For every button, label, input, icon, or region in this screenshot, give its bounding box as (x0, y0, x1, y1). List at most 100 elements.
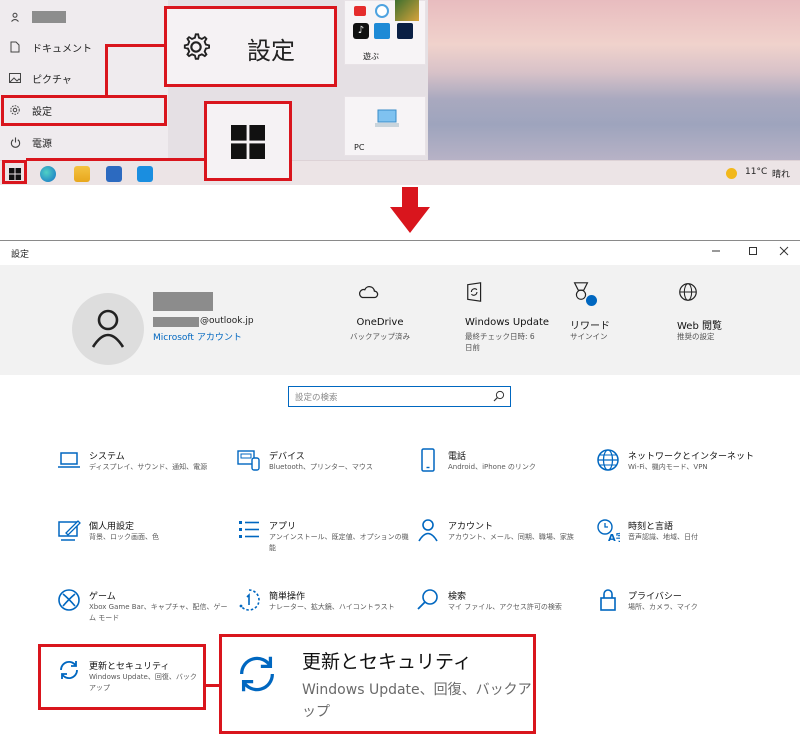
category-network-internet[interactable]: ネットワークとインターネット Wi-Fi、機内モード、VPN (596, 448, 766, 498)
category-name: 時刻と言語 (628, 522, 674, 532)
start-menu-item-label: 電源 (32, 138, 52, 150)
category-name: 更新とセキュリティ (89, 662, 170, 672)
settings-search-input[interactable]: 設定の検索 (288, 386, 511, 407)
header-item-web-browsing[interactable]: Web 閲覧 推奨の設定 (677, 281, 747, 351)
photoshop-icon (397, 23, 413, 39)
category-name: 個人用設定 (89, 522, 135, 532)
svg-text:A字: A字 (608, 531, 620, 542)
header-item-rewards[interactable]: リワード サインイン (570, 281, 640, 351)
category-name: システム (89, 452, 125, 462)
pc-icon (375, 109, 399, 127)
category-desc: ナレーター、拡大鏡、ハイコントラスト (269, 603, 395, 611)
devices-icon (237, 450, 260, 471)
start-menu-item-label: ピクチャ (32, 74, 72, 86)
xbox-icon (58, 589, 80, 611)
header-item-name: リワード (570, 321, 610, 332)
tile-pc[interactable]: PC (344, 96, 426, 156)
search-icon (417, 589, 438, 610)
category-privacy[interactable]: プライバシー 場所、カメラ、マイク (596, 588, 766, 638)
start-menu-user[interactable] (0, 2, 168, 32)
callout-update-security-zoom: 更新とセキュリティ Windows Update、回復、バックアップ (219, 634, 536, 734)
category-desc: Wi-Fi、機内モード、VPN (628, 463, 708, 471)
maximize-icon (749, 247, 757, 255)
highlight-settings-item (1, 95, 167, 126)
lock-icon (600, 589, 616, 611)
person-avatar-icon (91, 309, 125, 348)
desktop-wallpaper (428, 0, 800, 160)
start-menu-item-label: ドキュメント (32, 43, 92, 55)
header-item-sub: サインイン (570, 332, 608, 341)
category-desc: マイ ファイル、アクセス許可の検索 (448, 603, 562, 611)
category-ease-of-access[interactable]: 簡単操作 ナレーター、拡大鏡、ハイコントラスト (237, 588, 407, 638)
user-icon (8, 10, 22, 24)
tile-label: 遊ぶ (363, 52, 379, 61)
category-gaming[interactable]: ゲーム Xbox Game Bar、キャプチャ、配信、ゲーム モード (57, 588, 228, 638)
callout-connector (105, 44, 108, 96)
minimize-button[interactable] (704, 243, 728, 263)
category-apps[interactable]: アプリ アンインストール、既定値、オプションの機能 (237, 518, 409, 568)
header-item-sub: 推奨の設定 (677, 332, 715, 341)
mail-icon[interactable] (137, 166, 153, 182)
globe-icon (679, 283, 697, 301)
callout-category-desc: Windows Update、回復、バックアップ (302, 682, 532, 720)
callout-connector (105, 44, 167, 47)
category-devices[interactable]: デバイス Bluetooth、プリンター、マウス (237, 448, 407, 498)
callout-category-name: 更新とセキュリティ (302, 651, 472, 673)
edge-browser-icon[interactable] (40, 166, 56, 182)
category-desc: Xbox Game Bar、キャプチャ、配信、ゲーム モード (89, 603, 228, 622)
start-menu-item-power[interactable]: 電源 (0, 127, 168, 157)
minimize-icon (712, 250, 720, 252)
power-icon (8, 135, 22, 149)
account-email-suffix: @outlook.jp (200, 316, 254, 326)
sync-icon (467, 282, 482, 302)
tile-play-group[interactable]: ♪ 遊ぶ (344, 0, 426, 65)
time-language-icon: A字 (597, 519, 620, 542)
category-update-security[interactable]: 更新とセキュリティ Windows Update、回復、バックアップ (57, 658, 202, 708)
category-desc: 音声認識、地域、日付 (628, 533, 698, 541)
microsoft-account-link[interactable]: Microsoft アカウント (153, 330, 242, 343)
callout-settings-label: 設定 (247, 37, 295, 65)
cloud-icon (358, 286, 379, 299)
start-menu-item-documents[interactable]: ドキュメント (0, 32, 168, 62)
down-arrow-icon (390, 187, 430, 233)
category-name: 電話 (448, 452, 467, 462)
sun-weather-icon (726, 168, 737, 179)
close-button[interactable] (772, 243, 796, 263)
laptop-icon (58, 452, 80, 468)
category-accounts[interactable]: アカウント アカウント、メール、同期、職場、家族 (416, 518, 586, 568)
category-system[interactable]: システム ディスプレイ、サウンド、通知、電源 (57, 448, 227, 498)
phone-icon (421, 448, 435, 472)
category-desc: Windows Update、回復、バックアップ (89, 673, 197, 692)
temperature[interactable]: 11°C (745, 167, 767, 177)
update-sync-icon (240, 656, 274, 692)
start-menu-screenshot: ドキュメント ピクチャ 設定 電源 ♪ 遊ぶ PC 11°C 晴れ 設定 (0, 0, 800, 185)
update-sync-icon (60, 660, 78, 680)
category-desc: 場所、カメラ、マイク (628, 603, 698, 611)
category-name: デバイス (269, 452, 305, 462)
app-tile-icon (375, 4, 389, 18)
ease-of-access-icon (239, 589, 260, 611)
file-explorer-icon[interactable] (74, 166, 90, 182)
category-name: 検索 (448, 592, 467, 602)
app-tile-icon (395, 0, 419, 21)
highlight-start-button (2, 160, 27, 184)
search-placeholder: 設定の検索 (295, 393, 338, 403)
category-time-language[interactable]: A字 時刻と言語 音声認識、地域、日付 (596, 518, 766, 568)
header-item-onedrive[interactable]: OneDrive バックアップ済み (350, 281, 457, 351)
weather-status[interactable]: 晴れ (772, 167, 790, 180)
category-phone[interactable]: 電話 Android、iPhone のリンク (416, 448, 586, 498)
category-personalization[interactable]: 個人用設定 背景、ロック画面、色 (57, 518, 227, 568)
callout-settings-zoom: 設定 (164, 6, 337, 87)
picture-icon (8, 71, 22, 85)
start-menu-item-pictures[interactable]: ピクチャ (0, 63, 168, 93)
header-item-windows-update[interactable]: Windows Update 最終チェック日時: 6 日前 (465, 281, 555, 352)
search-icon[interactable] (493, 390, 505, 402)
category-desc: アカウント、メール、同期、職場、家族 (448, 533, 574, 541)
app-tile-icon (354, 6, 366, 16)
category-name: ゲーム (89, 592, 116, 602)
category-search[interactable]: 検索 マイ ファイル、アクセス許可の検索 (416, 588, 586, 638)
maximize-button[interactable] (741, 243, 765, 263)
avatar[interactable] (72, 293, 144, 365)
category-name: ネットワークとインターネット (628, 452, 755, 462)
microsoft-store-icon[interactable] (106, 166, 122, 182)
